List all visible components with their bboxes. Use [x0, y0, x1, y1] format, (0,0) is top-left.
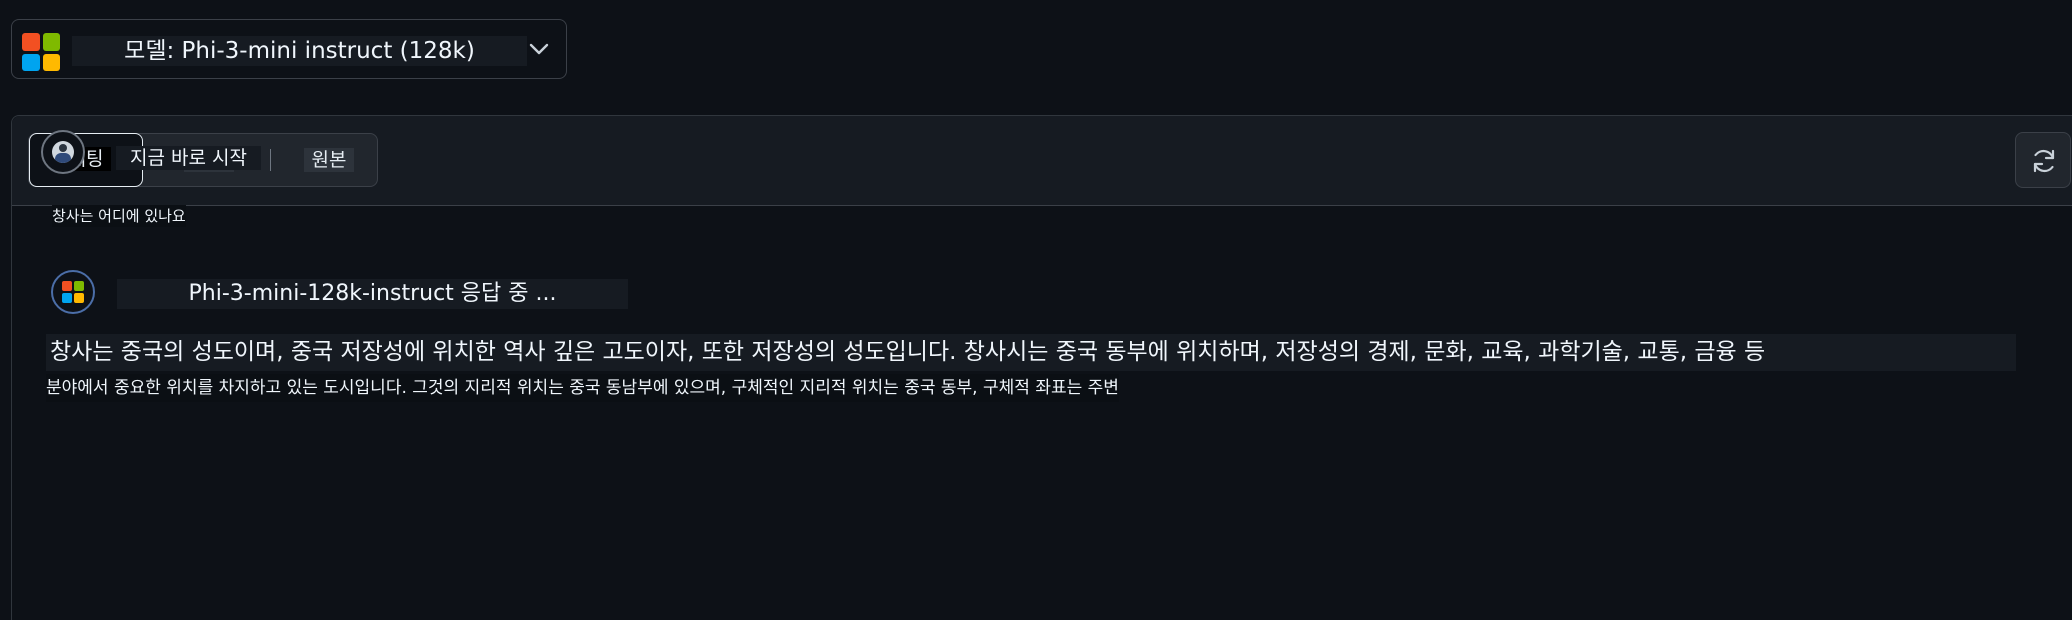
chevron-down-icon[interactable]	[526, 36, 552, 62]
assistant-message-line: 창사는 중국의 성도이며, 중국 저장성에 위치한 역사 깊은 고도이자, 또한…	[46, 334, 2016, 371]
model-selector-label: 모델: Phi-3-mini instruct (128k)	[72, 36, 527, 66]
refresh-icon	[2033, 149, 2055, 173]
windows-logo-icon	[22, 33, 60, 71]
refresh-button[interactable]	[2015, 132, 2071, 188]
assistant-avatar	[51, 270, 95, 314]
user-avatar	[41, 130, 85, 174]
windows-logo-icon	[62, 281, 84, 303]
playground-root: 모델: Phi-3-mini instruct (128k) 채팅 코드 원본	[0, 0, 2072, 620]
panel-header: 채팅 코드 원본	[12, 116, 2072, 206]
model-selector-dropdown[interactable]: 모델: Phi-3-mini instruct (128k)	[11, 19, 567, 79]
tab-raw-label: 원본	[303, 148, 355, 172]
user-name: 지금 바로 시작	[116, 146, 261, 170]
user-avatar-icon	[52, 141, 74, 163]
tab-raw[interactable]: 원본	[281, 134, 377, 186]
user-message: 창사는 어디에 있나요	[52, 205, 186, 227]
assistant-message-line: 분야에서 중요한 위치를 차지하고 있는 도시입니다. 그것의 지리적 위치는 …	[46, 374, 1119, 402]
tab-divider	[270, 149, 271, 171]
assistant-name: Phi-3-mini-128k-instruct 응답 중 ...	[117, 279, 628, 309]
